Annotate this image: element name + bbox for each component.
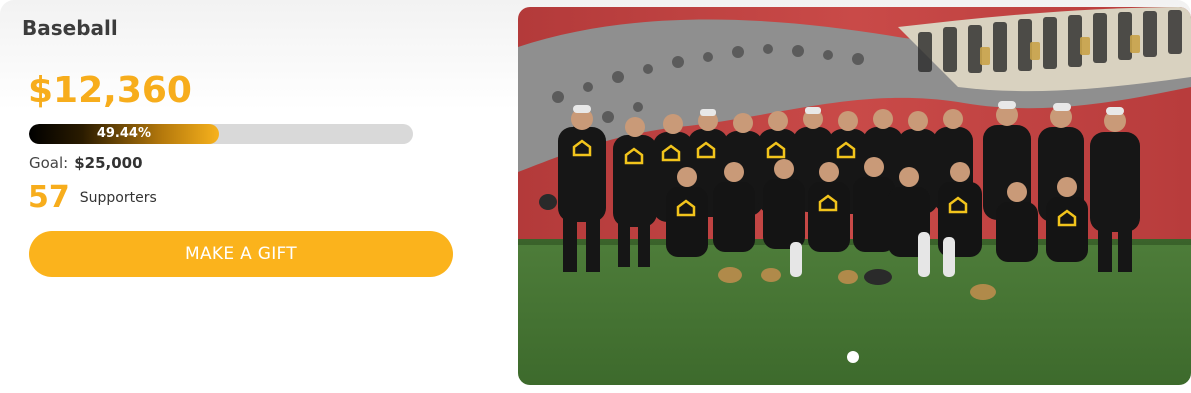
carousel-dot-active[interactable] <box>847 351 859 363</box>
progress-percent: 49.44% <box>96 126 151 141</box>
goal-value: $25,000 <box>74 154 143 172</box>
supporters: 57 Supporters <box>28 180 157 215</box>
make-a-gift-button[interactable]: MAKE A GIFT <box>29 231 453 277</box>
campaign-summary: Baseball $12,360 49.44% Goal: $25,000 57 … <box>0 0 505 393</box>
goal: Goal: $25,000 <box>29 154 143 172</box>
team-photo-image <box>518 7 1191 385</box>
supporters-count: 57 <box>28 180 70 215</box>
progress-bar: 49.44% <box>29 124 413 144</box>
campaign-title: Baseball <box>22 16 118 40</box>
fundraising-card: Baseball $12,360 49.44% Goal: $25,000 57 … <box>0 0 1191 393</box>
supporters-label: Supporters <box>79 189 157 206</box>
amount-raised: $12,360 <box>28 70 192 111</box>
goal-label: Goal: <box>29 154 69 172</box>
team-photo <box>518 7 1191 385</box>
